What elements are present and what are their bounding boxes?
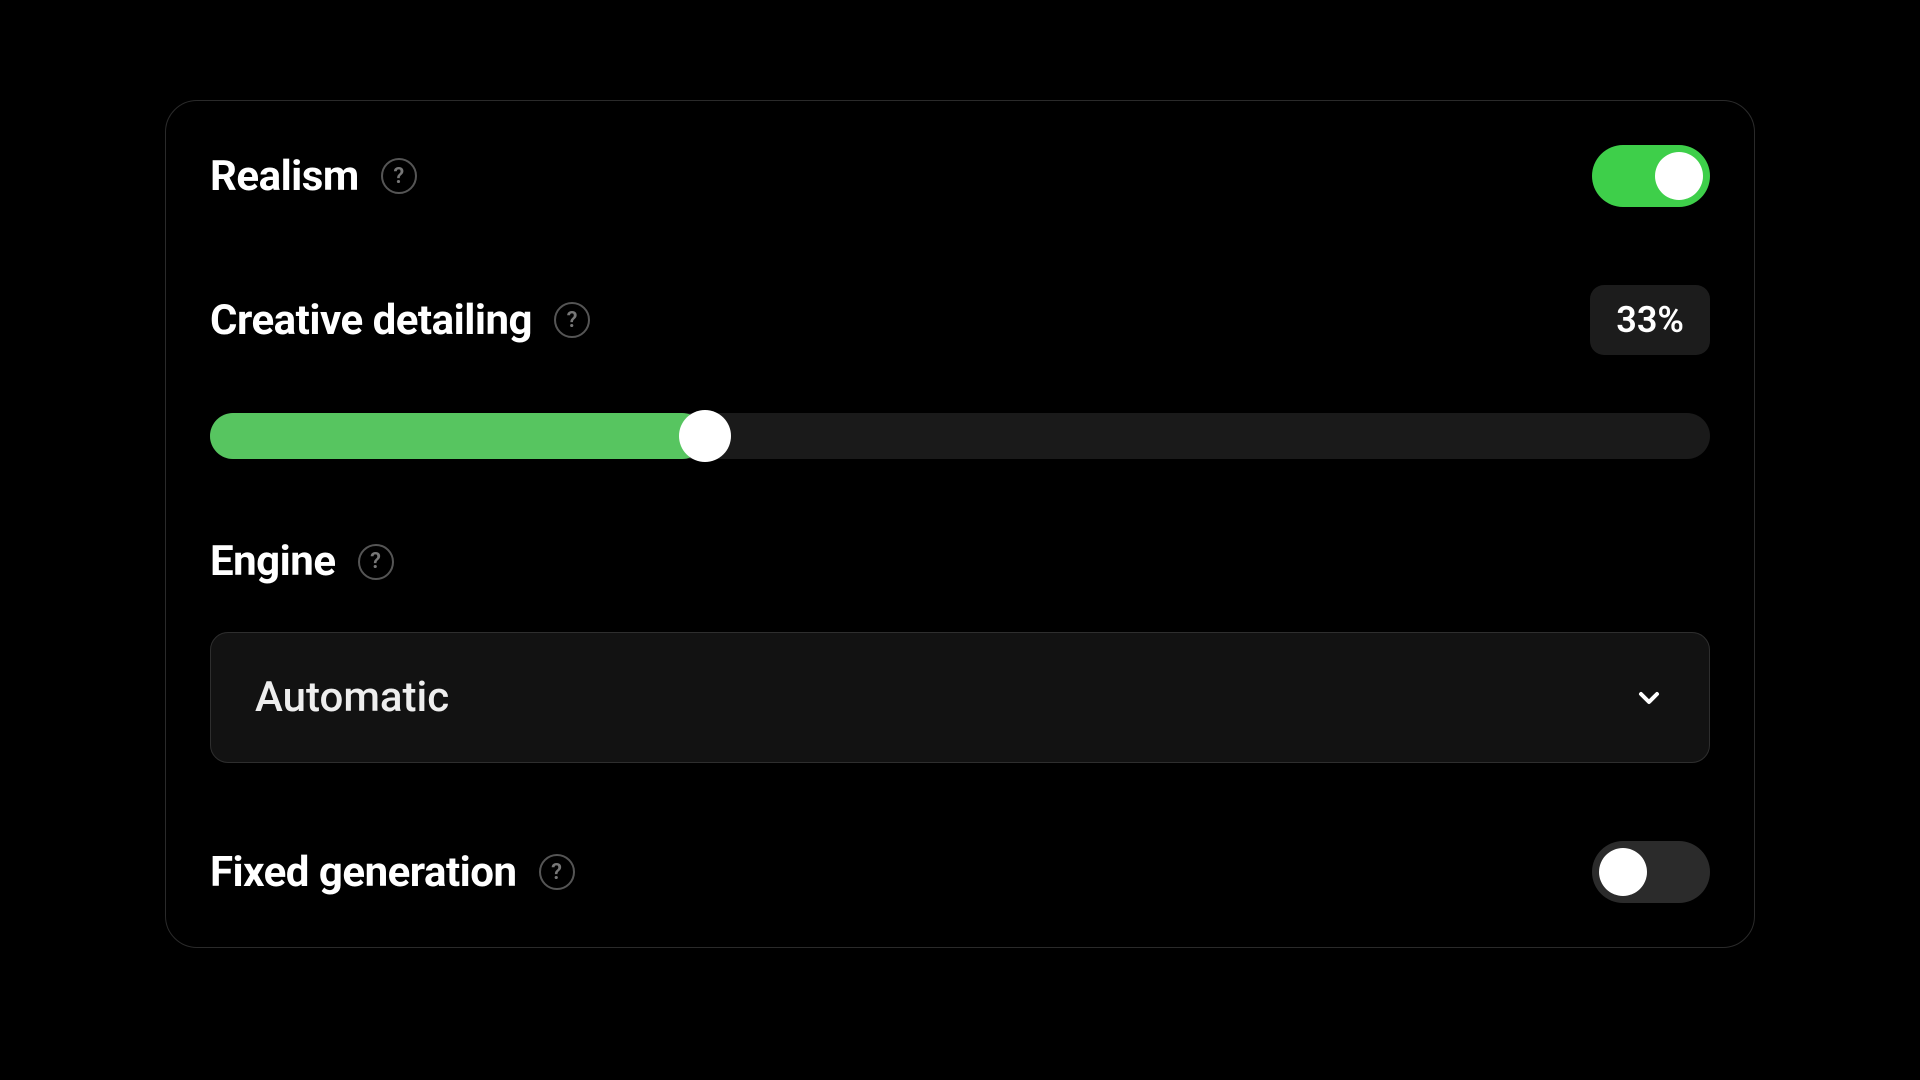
- creative-detailing-slider[interactable]: [210, 413, 1710, 459]
- settings-panel: Realism ? Creative detailing ? 33% Engin: [165, 100, 1755, 948]
- toggle-knob: [1655, 152, 1703, 200]
- creative-detailing-label-group: Creative detailing ?: [210, 296, 590, 345]
- realism-label: Realism: [210, 152, 359, 201]
- engine-select[interactable]: Automatic: [210, 632, 1710, 763]
- realism-label-group: Realism ?: [210, 152, 417, 201]
- engine-label-group: Engine ?: [210, 537, 394, 586]
- realism-toggle[interactable]: [1592, 145, 1710, 207]
- engine-select-value: Automatic: [255, 673, 449, 722]
- setting-creative-detailing: Creative detailing ? 33%: [210, 285, 1710, 459]
- setting-realism: Realism ?: [210, 145, 1710, 207]
- setting-engine: Engine ? Automatic: [210, 537, 1710, 763]
- creative-detailing-label: Creative detailing: [210, 296, 532, 345]
- toggle-knob: [1599, 848, 1647, 896]
- slider-thumb[interactable]: [679, 410, 731, 462]
- fixed-generation-label: Fixed generation: [210, 848, 517, 897]
- chevron-down-icon: [1633, 682, 1665, 714]
- slider-fill: [210, 413, 705, 459]
- setting-fixed-generation: Fixed generation ?: [210, 841, 1710, 903]
- fixed-generation-toggle[interactable]: [1592, 841, 1710, 903]
- fixed-generation-label-group: Fixed generation ?: [210, 848, 575, 897]
- help-icon[interactable]: ?: [358, 544, 394, 580]
- help-icon[interactable]: ?: [554, 302, 590, 338]
- help-icon[interactable]: ?: [381, 158, 417, 194]
- creative-detailing-value: 33%: [1590, 285, 1710, 355]
- help-icon[interactable]: ?: [539, 854, 575, 890]
- engine-label: Engine: [210, 537, 336, 586]
